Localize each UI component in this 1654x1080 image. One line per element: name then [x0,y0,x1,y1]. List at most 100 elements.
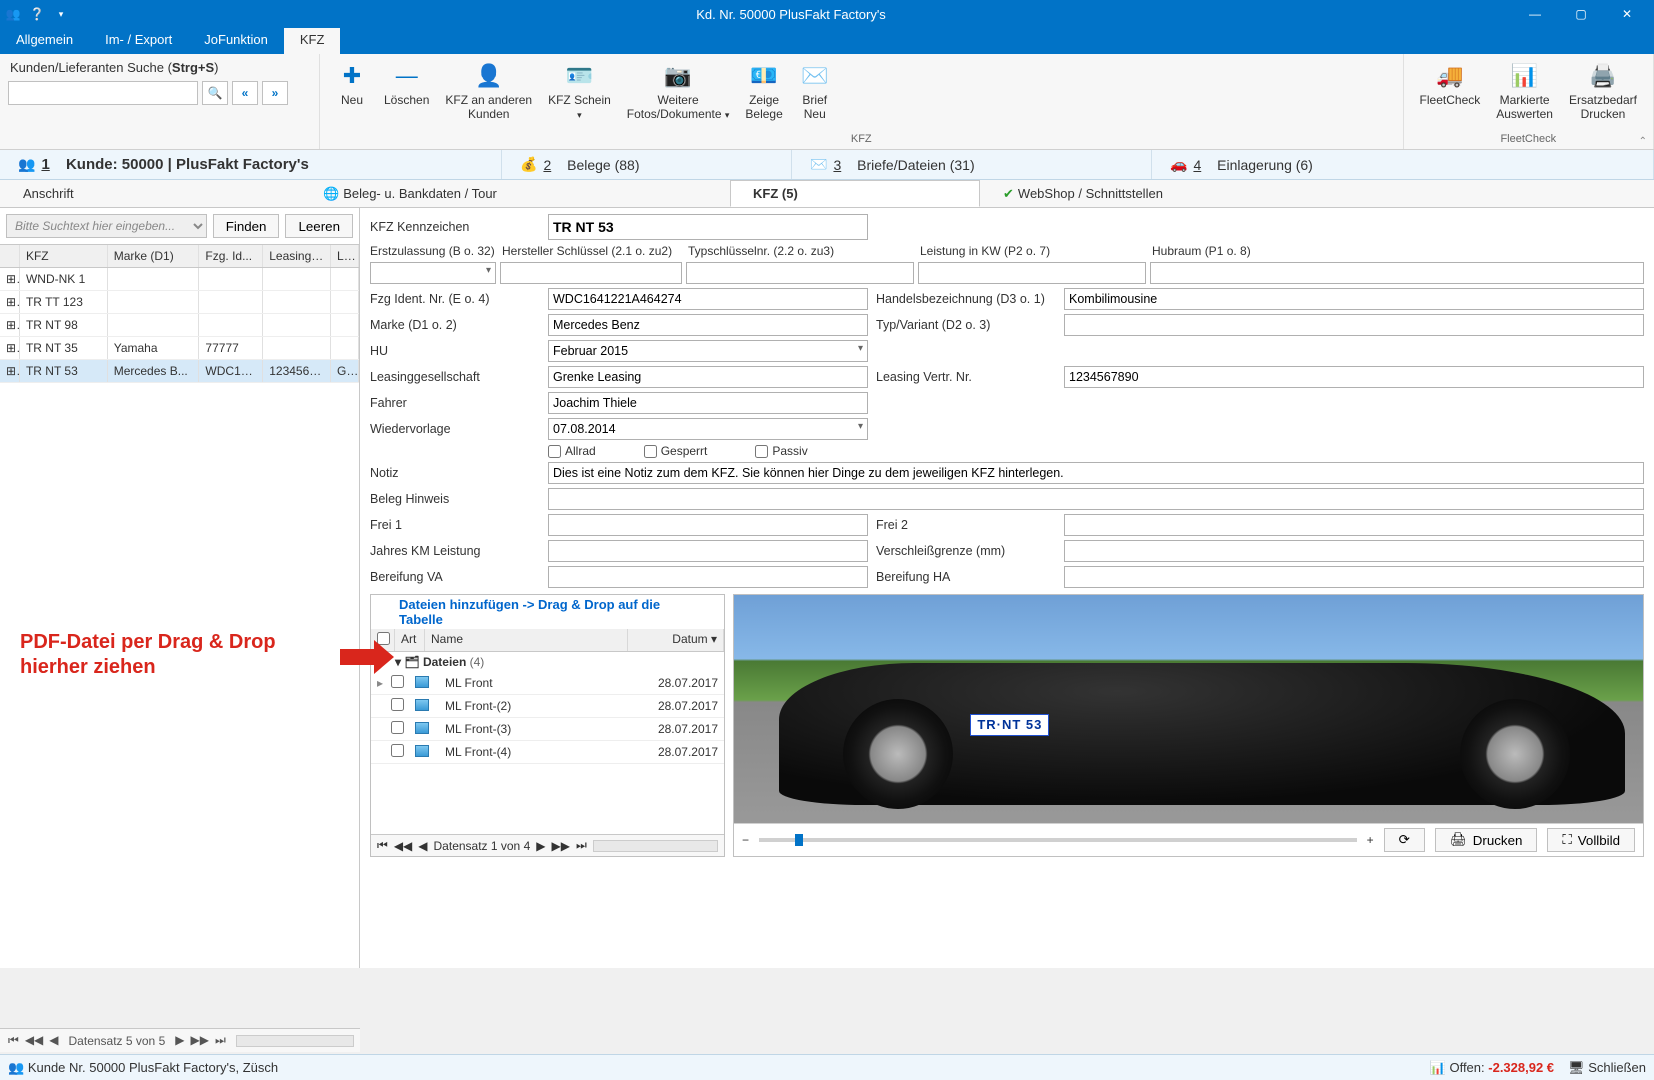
tab-jofunktion[interactable]: JoFunktion [188,28,284,54]
grid-scrollbar[interactable] [236,1035,354,1047]
col-name[interactable]: Name [425,629,628,651]
table-row[interactable]: ⊞WND-NK 1 [0,268,359,291]
tab-import-export[interactable]: Im- / Export [89,28,188,54]
table-row[interactable]: ⊞TR NT 53Mercedes B...WDC16...1234567...… [0,360,359,383]
inp-leistung[interactable] [918,262,1146,284]
grid-prev-icon[interactable]: ◀ [47,1033,60,1048]
files-prevpage-icon[interactable]: ◀◀ [394,839,412,853]
subtab-anschrift[interactable]: Anschrift [0,180,300,207]
tab-allgemein[interactable]: Allgemein [0,28,89,54]
zoom-slider[interactable] [759,838,1357,842]
file-row[interactable]: ML Front-(4)28.07.2017 [371,741,724,764]
inp-bha[interactable] [1064,566,1644,588]
find-button[interactable]: Finden [213,214,280,238]
lbl-ident: Fzg Ident. Nr. (E o. 4) [370,292,540,306]
file-row[interactable]: ▸ML Front28.07.2017 [371,672,724,695]
file-row[interactable]: ML Front-(3)28.07.2017 [371,718,724,741]
subtab-bankdaten[interactable]: 🌐Beleg- u. Bankdaten / Tour [300,180,730,207]
col-leasing[interactable]: Leasing ... [263,245,331,267]
tab-einlagerung[interactable]: 🚗 4 Einlagerung (6) [1152,150,1654,179]
grid-prevpage-icon[interactable]: ◀◀ [23,1033,45,1048]
fullscreen-button[interactable]: ⛶Vollbild [1547,828,1635,852]
show-docs-button[interactable]: 💶Zeige Belege [737,58,790,133]
inp-hubraum[interactable] [1150,262,1644,284]
col-art[interactable]: Art [395,629,425,651]
tab-belege[interactable]: 💰 2 Belege (88) [502,150,792,179]
tab-briefe[interactable]: ✉️ 3 Briefe/Dateien (31) [792,150,1152,179]
help-icon[interactable]: ❔ [28,5,46,23]
inp-wv[interactable] [548,418,868,440]
chk-gesperrt[interactable]: Gesperrt [644,444,708,458]
table-row[interactable]: ⊞TR NT 98 [0,314,359,337]
inp-fahrer[interactable] [548,392,868,414]
delete-button[interactable]: —Löschen [376,58,437,133]
zoom-out-icon[interactable]: − [742,833,749,847]
inp-erstzulassung[interactable] [370,262,496,284]
inp-handel[interactable] [1064,288,1644,310]
inp-frei2[interactable] [1064,514,1644,536]
list-search-input[interactable]: Bitte Suchtext hier eingeben... [6,214,207,238]
evaluate-marked-button[interactable]: 📊Markierte Auswerten [1488,58,1561,133]
minimize-button[interactable]: — [1512,0,1558,28]
grid-next-icon[interactable]: ▶ [173,1033,186,1048]
print-photo-button[interactable]: 🖨Drucken [1435,828,1538,852]
new-button[interactable]: ✚Neu [328,58,376,133]
customer-search-input[interactable] [8,81,198,105]
subtab-kfz[interactable]: KFZ (5) [730,180,980,207]
table-row[interactable]: ⊞TR TT 123 [0,291,359,314]
grid-last-icon[interactable]: ⏭ [213,1033,228,1048]
files-next-icon[interactable]: ▶ [536,839,545,853]
inp-hu[interactable] [548,340,868,362]
kfz-other-customer-button[interactable]: 👤KFZ an anderen Kunden [437,58,540,133]
file-row[interactable]: ML Front-(2)28.07.2017 [371,695,724,718]
subtab-webshop[interactable]: ✔WebShop / Schnittstellen [980,180,1654,207]
inp-typschl[interactable] [686,262,914,284]
col-kfz[interactable]: KFZ [20,245,108,267]
close-button[interactable]: ✕ [1604,0,1650,28]
print-spare-button[interactable]: 🖨️Ersatzbedarf Drucken [1561,58,1645,133]
files-last-icon[interactable]: ⏭ [576,838,587,853]
more-photos-button[interactable]: 📷Weitere Fotos/Dokumente ▾ [619,58,738,133]
new-letter-button[interactable]: ✉️Brief Neu [791,58,839,133]
clear-button[interactable]: Leeren [285,214,353,238]
inp-notiz[interactable] [548,462,1644,484]
rotate-button[interactable]: ⟳ [1384,828,1425,852]
table-row[interactable]: ⊞TR NT 35Yamaha77777 [0,337,359,360]
files-group[interactable]: ▾ 🗂 Dateien (4) [371,652,724,672]
qat-dropdown-icon[interactable]: ▾ [52,5,70,23]
tab-kfz[interactable]: KFZ [284,28,341,54]
files-prev-icon[interactable]: ◀ [418,839,427,853]
inp-herstschl[interactable] [500,262,682,284]
search-icon[interactable]: 🔍 [202,81,228,105]
inp-typv[interactable] [1064,314,1644,336]
files-nextpage-icon[interactable]: ▶▶ [551,839,569,853]
col-marke[interactable]: Marke (D1) [108,245,200,267]
col-last[interactable]: Leas [331,245,359,267]
files-first-icon[interactable]: ⏮ [377,838,388,853]
chk-allrad[interactable]: Allrad [548,444,596,458]
inp-km[interactable] [548,540,868,562]
inp-marke[interactable] [548,314,868,336]
inp-versch[interactable] [1064,540,1644,562]
fleetcheck-button[interactable]: 🚚FleetCheck [1412,58,1489,133]
prev-customer-button[interactable]: « [232,81,258,105]
maximize-button[interactable]: ▢ [1558,0,1604,28]
col-fzg[interactable]: Fzg. Id... [199,245,263,267]
chk-passiv[interactable]: Passiv [755,444,807,458]
inp-leasg[interactable] [548,366,868,388]
next-customer-button[interactable]: » [262,81,288,105]
zoom-in-icon[interactable]: + [1367,833,1374,847]
col-date[interactable]: Datum ▾ [628,629,724,651]
files-scrollbar[interactable] [593,840,718,852]
inp-leasnr[interactable] [1064,366,1644,388]
close-window-button[interactable]: 🖥 Schließen [1568,1060,1646,1076]
grid-first-icon[interactable]: ⏮ [6,1033,21,1048]
inp-frei1[interactable] [548,514,868,536]
inp-kennzeichen[interactable] [548,214,868,240]
grid-nextpage-icon[interactable]: ▶▶ [188,1033,210,1048]
inp-hinweis[interactable] [548,488,1644,510]
inp-ident[interactable] [548,288,868,310]
kfz-schein-button[interactable]: 🪪KFZ Schein▾ [540,58,619,133]
ribbon-collapse-icon[interactable]: ⌃ [1639,136,1647,147]
inp-bva[interactable] [548,566,868,588]
